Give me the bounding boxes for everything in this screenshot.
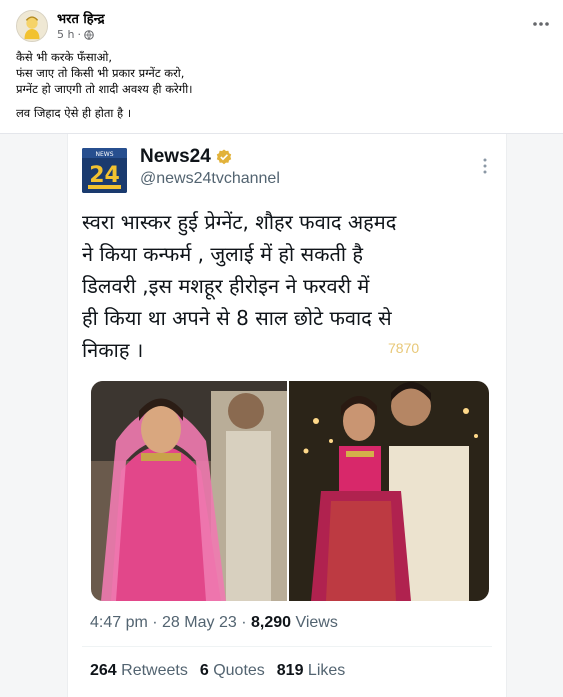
post-time[interactable]: 5 h (57, 28, 74, 41)
tweet-timestamp[interactable]: 4:47 pm · 28 May 23 · 8,290 Views (90, 614, 338, 632)
likes-stat[interactable]: 819 Likes (277, 662, 346, 680)
more-horizontal-icon[interactable] (531, 14, 551, 34)
account-name-text[interactable]: News24 (140, 146, 211, 168)
more-vertical-icon[interactable] (478, 156, 492, 176)
likes-count: 819 (276, 662, 304, 679)
quotes-count: 6 (199, 662, 209, 679)
quotes-stat[interactable]: 6 Quotes (200, 662, 265, 680)
author-name[interactable]: भरत हिन्द्र (57, 9, 105, 27)
tweet-photo[interactable] (91, 381, 489, 601)
verified-badge-icon (216, 149, 232, 165)
meta-dot: · (77, 28, 81, 41)
tweet-text: स्वरा भास्कर हुई प्रेग्नेंट, शौहर फवाद अ… (82, 206, 492, 366)
globe-icon (84, 29, 94, 40)
tweet-handle[interactable]: @news24tvchannel (140, 170, 280, 188)
views-label: Views (291, 614, 338, 631)
tweet-screenshot[interactable]: NEWS 24 News24 @news24tvchannel स्वरा भा… (67, 134, 507, 697)
retweets-stat[interactable]: 264 Retweets (90, 662, 188, 680)
caption-line: फंस जाए तो किसी भी प्रकार प्रग्नेंट करो, (16, 66, 185, 80)
retweets-count: 264 (90, 662, 117, 679)
likes-label: Likes (303, 662, 346, 679)
tweet-account-name[interactable]: News24 (140, 146, 232, 168)
quotes-label: Quotes (208, 662, 265, 679)
watermark-number: 7870 (388, 340, 420, 356)
tweet-divider (82, 646, 492, 647)
logo-small-text: NEWS (95, 151, 113, 158)
retweets-label: Retweets (116, 662, 188, 679)
post-caption: कैसे भी करके फँसाओ, फंस जाए तो किसी भी प… (16, 49, 536, 121)
tweet-stats: 264 Retweets 6 Quotes 819 Likes (90, 662, 345, 680)
caption-line: प्रग्नेंट हो जाएगी तो शादी अवश्य ही करेग… (16, 82, 193, 96)
tweet-text-line: डिलवरी ,इस मशहूर हीरोइन ने फरवरी में (82, 274, 370, 298)
tweet-text-line: निकाह । (82, 338, 144, 362)
timestamp-text[interactable]: 4:47 pm · 28 May 23 · (90, 614, 251, 631)
logo-number: 24 (89, 163, 120, 188)
news24-logo: NEWS 24 (82, 148, 127, 193)
post-header: भरत हिन्द्र 5 h · (0, 0, 563, 48)
tweet-text-line: स्वरा भास्कर हुई प्रेग्नेंट, शौहर फवाद अ… (82, 210, 397, 234)
caption-line: कैसे भी करके फँसाओ, (16, 50, 113, 64)
tweet-text-line: ने किया कन्फर्म , जुलाई में हो सकती है (82, 242, 364, 266)
post-meta: 5 h · (57, 28, 94, 41)
views-count: 8,290 (250, 614, 292, 631)
author-avatar[interactable] (16, 10, 48, 42)
caption-line: लव जिहाद ऐसे ही होता है । (16, 106, 132, 120)
tweet-text-line: ही किया था अपने से 8 साल छोटे फवाद से (82, 306, 392, 330)
